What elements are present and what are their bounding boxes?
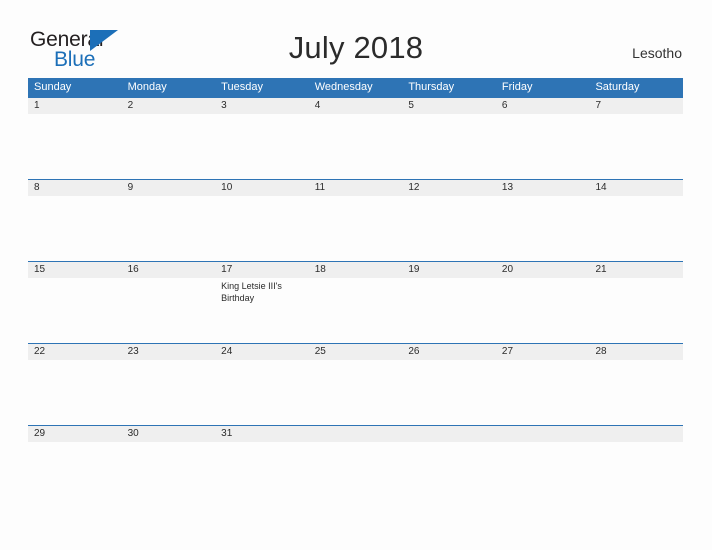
week-events bbox=[28, 196, 683, 261]
dayname-saturday: Saturday bbox=[595, 81, 640, 93]
date-cell[interactable]: 19 bbox=[402, 262, 496, 278]
calendar-week-row: 15 16 17 18 19 20 21 King Letsie III's B… bbox=[28, 261, 683, 343]
date-cell bbox=[309, 426, 403, 442]
calendar-week-row: 29 30 31 bbox=[28, 425, 683, 507]
page-title: July 2018 bbox=[288, 30, 424, 65]
dayname-sunday: Sunday bbox=[34, 81, 72, 93]
dayname-friday: Friday bbox=[501, 81, 533, 93]
event-cell[interactable] bbox=[122, 196, 216, 261]
date-cell[interactable]: 23 bbox=[122, 344, 216, 360]
date-cell bbox=[589, 426, 683, 442]
event-cell[interactable] bbox=[589, 278, 683, 343]
event-cell[interactable] bbox=[28, 278, 122, 343]
event-cell[interactable] bbox=[589, 196, 683, 261]
date-cell[interactable]: 6 bbox=[496, 98, 590, 114]
date-cell[interactable]: 30 bbox=[122, 426, 216, 442]
week-events bbox=[28, 442, 683, 507]
event-cell[interactable] bbox=[215, 442, 309, 507]
date-cell[interactable]: 3 bbox=[215, 98, 309, 114]
event-cell[interactable] bbox=[122, 360, 216, 425]
date-cell[interactable]: 26 bbox=[402, 344, 496, 360]
event-cell[interactable] bbox=[496, 278, 590, 343]
event-cell[interactable] bbox=[589, 114, 683, 179]
date-cell[interactable]: 20 bbox=[496, 262, 590, 278]
date-cell bbox=[496, 426, 590, 442]
event-cell[interactable] bbox=[402, 196, 496, 261]
date-cell[interactable]: 9 bbox=[122, 180, 216, 196]
event-cell[interactable] bbox=[496, 196, 590, 261]
calendar-page: General Blue July 2018 Lesotho Sunday Mo… bbox=[0, 0, 712, 550]
date-cell[interactable]: 24 bbox=[215, 344, 309, 360]
date-cell[interactable]: 29 bbox=[28, 426, 122, 442]
date-cell[interactable]: 14 bbox=[589, 180, 683, 196]
page-header: General Blue July 2018 Lesotho bbox=[0, 0, 712, 76]
date-cell bbox=[402, 426, 496, 442]
date-cell[interactable]: 25 bbox=[309, 344, 403, 360]
calendar-week-row: 1 2 3 4 5 6 7 bbox=[28, 97, 683, 179]
date-cell[interactable]: 5 bbox=[402, 98, 496, 114]
date-cell[interactable]: 31 bbox=[215, 426, 309, 442]
event-cell[interactable] bbox=[402, 114, 496, 179]
date-cell[interactable]: 12 bbox=[402, 180, 496, 196]
event-cell[interactable] bbox=[28, 442, 122, 507]
event-cell[interactable] bbox=[309, 196, 403, 261]
date-cell[interactable]: 16 bbox=[122, 262, 216, 278]
week-events: King Letsie III's Birthday bbox=[28, 278, 683, 343]
event-cell[interactable] bbox=[28, 196, 122, 261]
dayname-tuesday: Tuesday bbox=[221, 81, 263, 93]
dayname-thursday: Thursday bbox=[408, 81, 455, 93]
event-cell[interactable] bbox=[215, 360, 309, 425]
event-cell[interactable] bbox=[122, 442, 216, 507]
week-events bbox=[28, 360, 683, 425]
country-label: Lesotho bbox=[632, 45, 682, 61]
event-cell[interactable] bbox=[215, 114, 309, 179]
week-dates: 22 23 24 25 26 27 28 bbox=[28, 343, 683, 360]
event-cell[interactable] bbox=[496, 360, 590, 425]
date-cell[interactable]: 1 bbox=[28, 98, 122, 114]
event-cell[interactable] bbox=[402, 278, 496, 343]
event-cell[interactable] bbox=[122, 114, 216, 179]
date-cell[interactable]: 11 bbox=[309, 180, 403, 196]
event-cell bbox=[589, 442, 683, 507]
event-cell bbox=[496, 442, 590, 507]
event-cell[interactable] bbox=[215, 196, 309, 261]
event-cell[interactable] bbox=[309, 360, 403, 425]
calendar-week-row: 22 23 24 25 26 27 28 bbox=[28, 343, 683, 425]
week-dates: 29 30 31 bbox=[28, 425, 683, 442]
dayname-wednesday: Wednesday bbox=[314, 81, 373, 93]
week-dates: 1 2 3 4 5 6 7 bbox=[28, 97, 683, 114]
date-cell[interactable]: 13 bbox=[496, 180, 590, 196]
dayname-monday: Monday bbox=[127, 81, 167, 93]
event-cell[interactable] bbox=[402, 360, 496, 425]
event-cell[interactable] bbox=[28, 360, 122, 425]
event-cell bbox=[402, 442, 496, 507]
event-cell[interactable] bbox=[28, 114, 122, 179]
event-cell[interactable] bbox=[309, 114, 403, 179]
date-cell[interactable]: 7 bbox=[589, 98, 683, 114]
date-cell[interactable]: 4 bbox=[309, 98, 403, 114]
week-events bbox=[28, 114, 683, 179]
date-cell[interactable]: 8 bbox=[28, 180, 122, 196]
date-cell[interactable]: 21 bbox=[589, 262, 683, 278]
calendar-table: Sunday Monday Tuesday Wednesday Thursday… bbox=[28, 78, 683, 507]
date-cell[interactable]: 28 bbox=[589, 344, 683, 360]
event-cell[interactable] bbox=[309, 278, 403, 343]
date-cell[interactable]: 22 bbox=[28, 344, 122, 360]
date-cell[interactable]: 15 bbox=[28, 262, 122, 278]
date-cell[interactable]: 2 bbox=[122, 98, 216, 114]
date-cell[interactable]: 18 bbox=[309, 262, 403, 278]
event-cell-king-letsie-birthday[interactable]: King Letsie III's Birthday bbox=[215, 278, 309, 343]
event-cell bbox=[309, 442, 403, 507]
event-cell[interactable] bbox=[589, 360, 683, 425]
week-dates: 8 9 10 11 12 13 14 bbox=[28, 179, 683, 196]
date-cell[interactable]: 17 bbox=[215, 262, 309, 278]
calendar-week-row: 8 9 10 11 12 13 14 bbox=[28, 179, 683, 261]
event-cell[interactable] bbox=[122, 278, 216, 343]
week-dates: 15 16 17 18 19 20 21 bbox=[28, 261, 683, 278]
calendar-header-row: Sunday Monday Tuesday Wednesday Thursday… bbox=[28, 78, 683, 97]
date-cell[interactable]: 27 bbox=[496, 344, 590, 360]
event-cell[interactable] bbox=[496, 114, 590, 179]
date-cell[interactable]: 10 bbox=[215, 180, 309, 196]
